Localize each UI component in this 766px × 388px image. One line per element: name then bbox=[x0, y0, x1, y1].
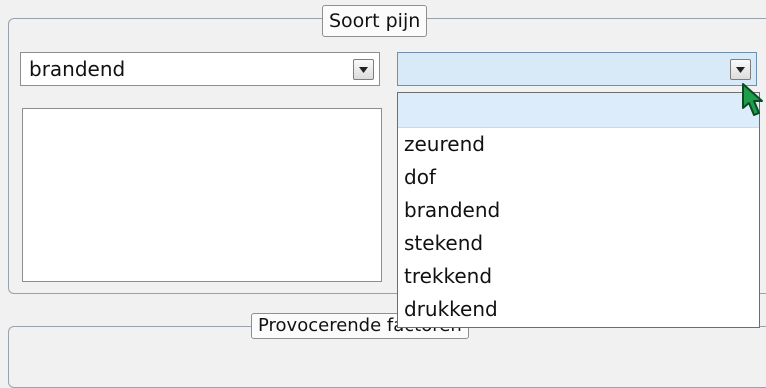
pain-type-select-1-value: brandend bbox=[29, 57, 126, 81]
option-dof[interactable]: dof bbox=[398, 161, 759, 194]
option-brandend[interactable]: brandend bbox=[398, 194, 759, 227]
option-drukkend[interactable]: drukkend bbox=[398, 293, 759, 326]
chevron-down-icon[interactable] bbox=[353, 59, 374, 80]
pain-type-listbox[interactable] bbox=[22, 108, 382, 282]
green-arrow-cursor-icon bbox=[742, 83, 763, 116]
option-stekend[interactable]: stekend bbox=[398, 227, 759, 260]
option-empty[interactable] bbox=[398, 93, 759, 128]
option-zeurend[interactable]: zeurend bbox=[398, 128, 759, 161]
pain-type-select-2[interactable] bbox=[397, 52, 757, 86]
option-trekkend[interactable]: trekkend bbox=[398, 260, 759, 293]
pain-type-select-1[interactable]: brandend bbox=[20, 52, 380, 86]
chevron-down-icon[interactable] bbox=[730, 59, 751, 80]
soort-pijn-legend: Soort pijn bbox=[322, 5, 428, 37]
pain-type-dropdown-list[interactable]: zeurend dof brandend stekend trekkend dr… bbox=[397, 92, 760, 328]
